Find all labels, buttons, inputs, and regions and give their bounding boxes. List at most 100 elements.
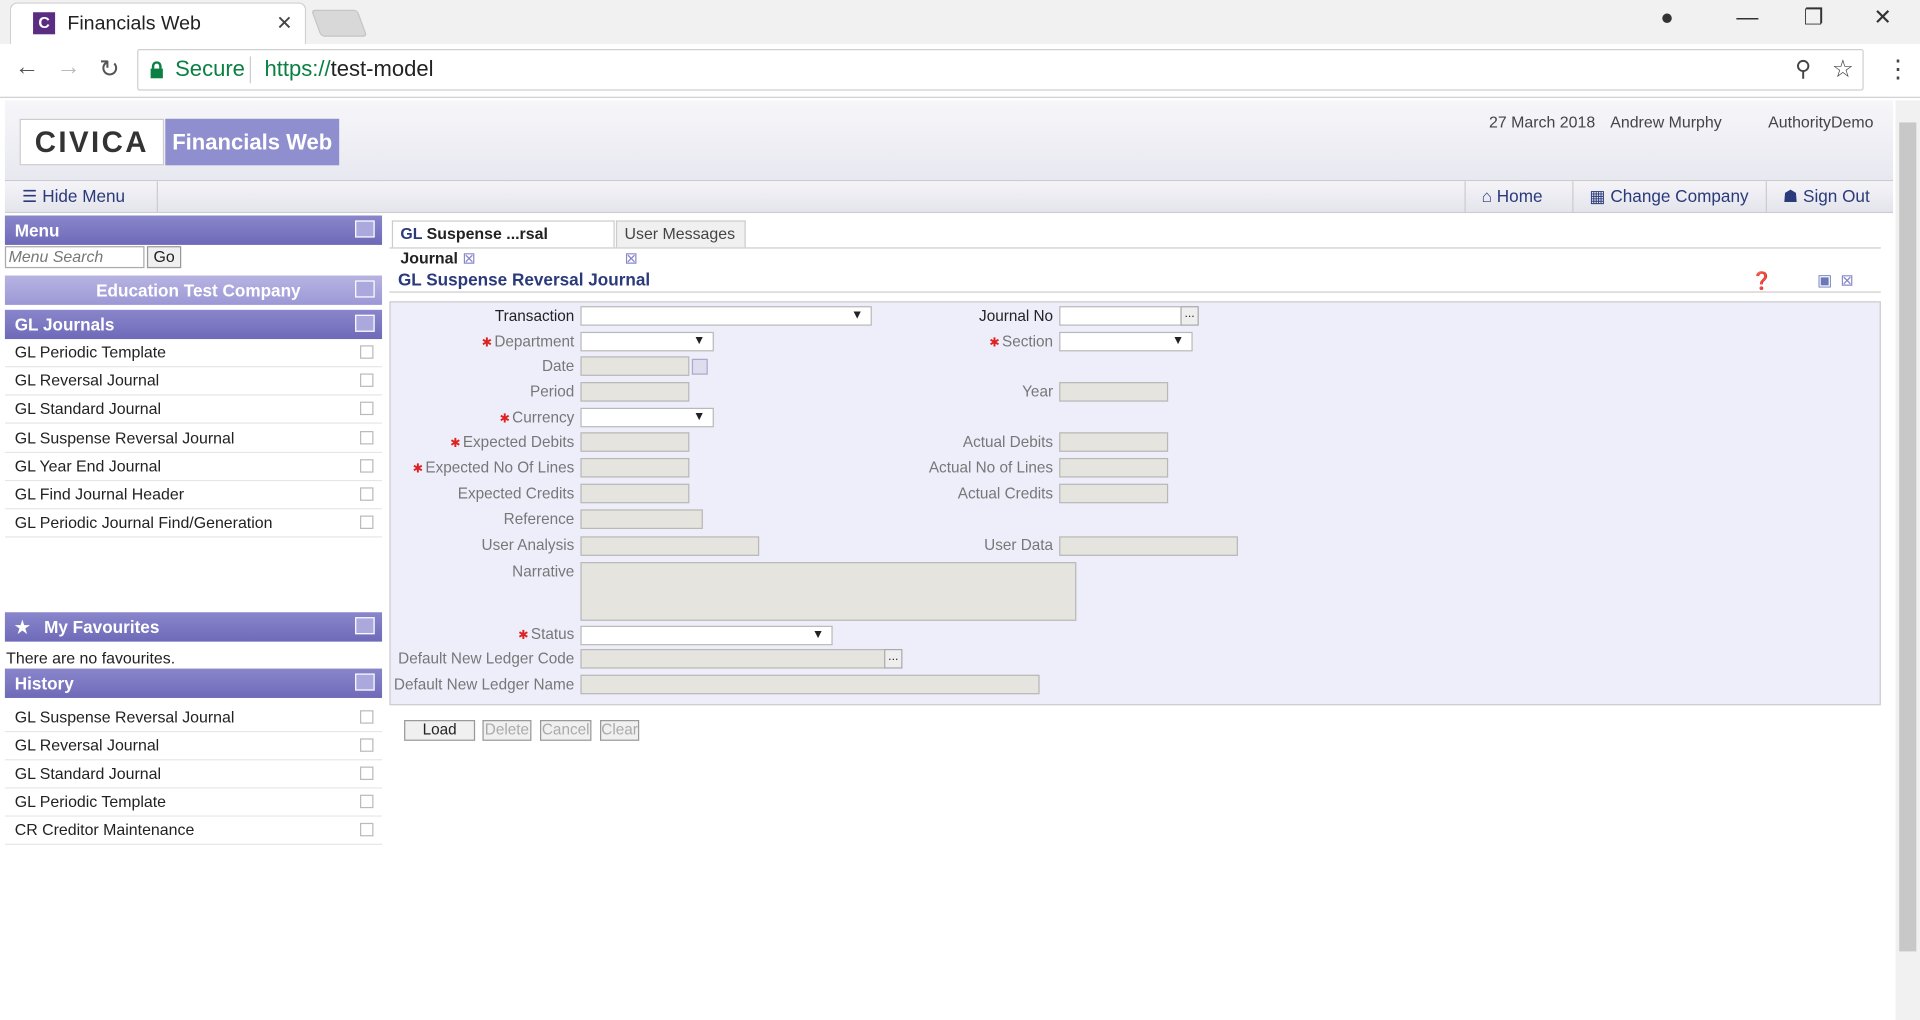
profile-icon[interactable]: ● [1660, 5, 1673, 31]
close-tab-icon[interactable]: ⊠ [624, 249, 637, 267]
year-field[interactable] [1059, 382, 1169, 402]
default-ledger-code-field[interactable] [580, 648, 887, 669]
open-link-icon[interactable] [360, 822, 374, 837]
currency-select[interactable]: ▼ [580, 407, 714, 428]
load-button[interactable]: Load [404, 720, 476, 741]
open-link-icon[interactable] [360, 710, 374, 724]
tab-gl-suspense-reversal-journal[interactable]: GL Suspense ...rsal Journal ⊠ [391, 220, 615, 267]
gl-journals-header[interactable]: GL Journals [4, 309, 383, 340]
expected-lines-field[interactable] [580, 457, 690, 478]
history-item[interactable]: GL Suspense Reversal Journal [4, 704, 383, 733]
reference-field[interactable] [580, 509, 703, 529]
close-window-icon[interactable]: ✕ [1873, 5, 1891, 31]
menu-search-input[interactable]: Menu Search [4, 246, 145, 269]
zoom-icon[interactable]: ⚲ [1795, 56, 1811, 82]
date-field[interactable] [580, 356, 690, 376]
window-icon[interactable]: ▣ [1817, 271, 1832, 291]
sign-out-button[interactable]: ☗ Sign Out [1783, 186, 1870, 207]
required-icon: ✱ [450, 437, 461, 451]
menu-item[interactable]: GL Suspense Reversal Journal [4, 424, 383, 454]
actual-lines-field[interactable] [1059, 457, 1169, 478]
reload-icon[interactable]: ↻ [99, 54, 120, 85]
civica-logo: CIVICA [19, 118, 165, 166]
menu-item[interactable]: GL Periodic Template [4, 339, 383, 368]
actual-debits-field[interactable] [1059, 432, 1169, 452]
expected-debits-label: ✱ Expected Debits [450, 433, 575, 451]
actual-credits-field[interactable] [1059, 483, 1169, 504]
history-item[interactable]: GL Periodic Template [4, 788, 383, 817]
transaction-select[interactable]: ▼ [580, 306, 872, 326]
menu-search-go-button[interactable]: Go [146, 246, 182, 269]
browser-menu-icon[interactable]: ⋮ [1886, 54, 1910, 85]
minimize-icon[interactable]: — [1736, 5, 1758, 31]
hide-menu-button[interactable]: ☰ Hide Menu [22, 186, 125, 207]
toolbar-divider [1464, 181, 1466, 214]
clear-button[interactable]: Clear [600, 720, 640, 741]
narrative-textarea[interactable] [580, 562, 1077, 621]
home-icon: ⌂ [1481, 186, 1497, 206]
journal-no-field[interactable] [1059, 306, 1183, 326]
user-analysis-field[interactable] [580, 536, 760, 556]
user-data-field[interactable] [1059, 536, 1238, 556]
journal-no-label: Journal No [979, 307, 1054, 325]
omnibox-divider [249, 56, 252, 84]
scrollbar-thumb[interactable] [1899, 122, 1917, 952]
menu-item[interactable]: GL Year End Journal [4, 453, 383, 482]
section-select[interactable]: ▼ [1059, 331, 1193, 352]
restore-icon[interactable]: ❐ [1804, 5, 1824, 31]
new-tab-button[interactable] [311, 9, 368, 37]
year-label: Year [1022, 383, 1054, 401]
url-text[interactable]: https://test-model [264, 56, 433, 82]
company-header[interactable]: Education Test Company [4, 275, 383, 305]
close-form-icon[interactable]: ⊠ [1840, 271, 1853, 291]
authority-name: AuthorityDemo [1768, 112, 1874, 132]
change-company-button[interactable]: ▦ Change Company [1589, 186, 1748, 207]
open-link-icon[interactable] [360, 766, 374, 781]
favourites-header[interactable]: ★ My Favourites [4, 612, 383, 642]
user-signout-icon: ☗ [1782, 186, 1804, 206]
help-icon[interactable]: ❓ [1751, 271, 1772, 292]
delete-button[interactable]: Delete [482, 720, 532, 741]
app-favicon-icon: C [33, 12, 56, 35]
user-name: Andrew Murphy [1610, 112, 1722, 132]
history-item[interactable]: CR Creditor Maintenance [4, 816, 383, 845]
actual-debits-label: Actual Debits [962, 433, 1054, 451]
expected-debits-field[interactable] [580, 432, 690, 452]
status-label: ✱ Status [518, 625, 575, 643]
ledger-code-lookup-button[interactable]: ... [884, 648, 903, 669]
history-item[interactable]: GL Standard Journal [4, 760, 383, 789]
open-link-icon[interactable] [360, 738, 374, 752]
cancel-button[interactable]: Cancel [540, 720, 592, 741]
close-tab-icon[interactable]: ⊠ [458, 249, 475, 267]
back-icon[interactable]: ← [15, 54, 39, 82]
period-field[interactable] [580, 382, 690, 402]
menu-item[interactable]: GL Periodic Journal Find/Generation [4, 509, 383, 538]
department-label: ✱ Department [481, 333, 575, 351]
forward-icon[interactable]: → [56, 54, 80, 82]
journal-no-lookup-button[interactable]: ... [1180, 306, 1199, 326]
history-item[interactable]: GL Reversal Journal [4, 732, 383, 761]
expected-credits-field[interactable] [580, 483, 690, 504]
home-button[interactable]: ⌂ Home [1482, 186, 1543, 206]
hide-menu-icon: ☰ [22, 186, 43, 206]
tab-user-messages[interactable]: User Messages ⊠ [615, 220, 746, 267]
bookmark-star-icon[interactable]: ☆ [1832, 54, 1854, 85]
panel-toggle-icon[interactable] [355, 220, 375, 238]
close-tab-icon[interactable]: ✕ [276, 11, 292, 35]
required-icon: ✱ [989, 336, 1000, 351]
default-ledger-name-field[interactable] [580, 674, 1040, 695]
panel-toggle-icon[interactable] [355, 280, 375, 298]
open-link-icon[interactable] [360, 794, 374, 809]
status-select[interactable]: ▼ [580, 625, 833, 646]
section-label: ✱ Section [989, 333, 1054, 351]
menu-item[interactable]: GL Find Journal Header [4, 481, 383, 510]
menu-item[interactable]: GL Reversal Journal [4, 367, 383, 396]
history-header[interactable]: History [4, 668, 383, 698]
toolbar-divider [1572, 181, 1574, 214]
required-icon: ✱ [518, 629, 529, 643]
calendar-icon[interactable] [691, 358, 708, 375]
department-select[interactable]: ▼ [580, 331, 714, 352]
menu-item[interactable]: GL Standard Journal [4, 395, 383, 424]
browser-tab[interactable]: C Financials Web ✕ [9, 2, 307, 45]
url-host: test-model [330, 56, 434, 81]
